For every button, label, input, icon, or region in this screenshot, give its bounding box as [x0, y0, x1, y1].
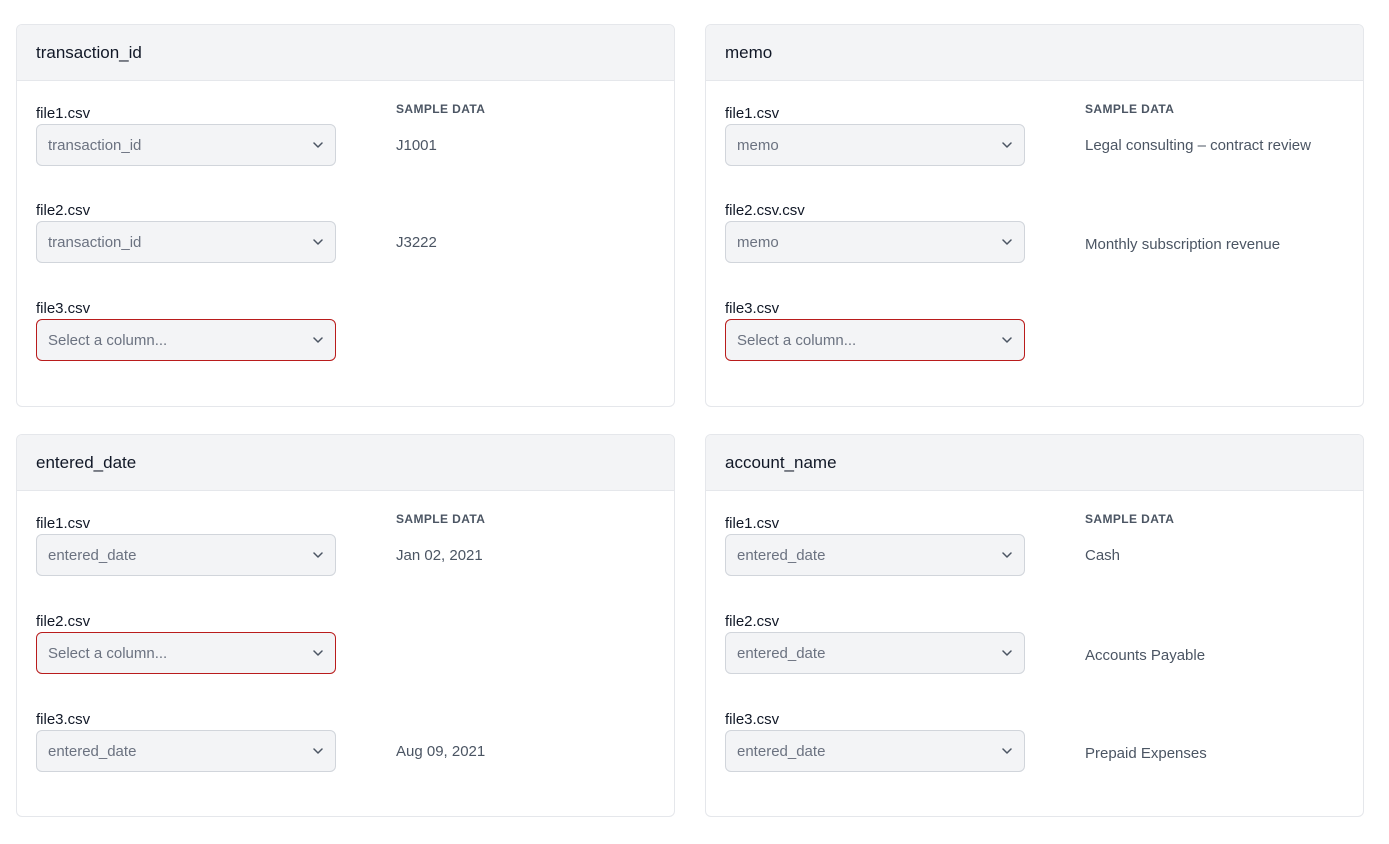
- sample-value: J1001: [396, 137, 437, 154]
- column-select[interactable]: entered_date: [725, 730, 1025, 772]
- file-label: file3.csv: [36, 711, 91, 728]
- mapping-row: file3.csv entered_date Aug 09, 2021: [36, 711, 656, 781]
- file-label: file1.csv: [725, 515, 780, 532]
- sample-value: Accounts Payable: [1085, 647, 1206, 664]
- file-label: file2.csv: [725, 613, 780, 630]
- select-placeholder: Select a column...: [737, 331, 857, 349]
- chevron-down-icon: [1001, 745, 1013, 757]
- mapping-row: file1.csv entered_date Cash: [725, 515, 1345, 585]
- column-mapping-page: transaction_id SAMPLE DATA file1.csv tra…: [0, 0, 1389, 844]
- mapping-row: file1.csv entered_date Jan 02, 2021: [36, 515, 656, 585]
- chevron-down-icon: [312, 745, 324, 757]
- sample-value: J3222: [396, 234, 437, 251]
- file-label: file3.csv: [725, 711, 780, 728]
- select-value: transaction_id: [48, 136, 142, 154]
- mapping-row: file1.csv memo Legal consulting – contra…: [725, 105, 1345, 175]
- chevron-down-icon: [1001, 647, 1013, 659]
- chevron-down-icon: [312, 334, 324, 346]
- chevron-down-icon: [312, 647, 324, 659]
- select-value: entered_date: [737, 644, 826, 662]
- column-select[interactable]: Select a column...: [36, 319, 336, 361]
- chevron-down-icon: [1001, 139, 1013, 151]
- column-select[interactable]: Select a column...: [725, 319, 1025, 361]
- file-label: file3.csv: [36, 300, 91, 317]
- file-label: file1.csv: [36, 105, 91, 122]
- mapping-row: file2.csv Select a column...: [36, 613, 656, 683]
- sample-value: Jan 02, 2021: [396, 547, 483, 564]
- mapping-row: file2.csv.csv memo Monthly subscription …: [725, 202, 1345, 272]
- column-select[interactable]: memo: [725, 221, 1025, 263]
- file-label: file2.csv.csv: [725, 202, 805, 219]
- column-select[interactable]: entered_date: [36, 730, 336, 772]
- chevron-down-icon: [312, 236, 324, 248]
- chevron-down-icon: [1001, 549, 1013, 561]
- sample-value: Monthly subscription revenue: [1085, 236, 1281, 253]
- mapping-card-transaction-id: transaction_id SAMPLE DATA file1.csv tra…: [16, 24, 675, 407]
- column-select[interactable]: transaction_id: [36, 221, 336, 263]
- column-select[interactable]: entered_date: [36, 534, 336, 576]
- mapping-row: file1.csv transaction_id J1001: [36, 105, 656, 175]
- mapping-row: file3.csv Select a column...: [36, 300, 656, 370]
- select-placeholder: Select a column...: [48, 644, 168, 662]
- file-label: file2.csv: [36, 202, 91, 219]
- chevron-down-icon: [312, 139, 324, 151]
- file-label: file3.csv: [725, 300, 780, 317]
- column-select[interactable]: Select a column...: [36, 632, 336, 674]
- column-select[interactable]: memo: [725, 124, 1025, 166]
- card-title: transaction_id: [17, 25, 674, 81]
- sample-value: Prepaid Expenses: [1085, 745, 1207, 762]
- card-title: memo: [706, 25, 1363, 81]
- card-title: entered_date: [17, 435, 674, 491]
- sample-value: Cash: [1085, 547, 1121, 564]
- select-value: entered_date: [48, 546, 137, 564]
- chevron-down-icon: [312, 549, 324, 561]
- mapping-row: file3.csv Select a column...: [725, 300, 1345, 370]
- mapping-card-memo: memo SAMPLE DATA file1.csv memo Legal co…: [705, 24, 1364, 407]
- file-label: file1.csv: [725, 105, 780, 122]
- select-value: entered_date: [737, 742, 826, 760]
- mapping-card-entered-date: entered_date SAMPLE DATA file1.csv enter…: [16, 434, 675, 817]
- column-select[interactable]: entered_date: [725, 534, 1025, 576]
- select-placeholder: Select a column...: [48, 331, 168, 349]
- mapping-row: file2.csv entered_date Accounts Payable: [725, 613, 1345, 683]
- select-value: memo: [737, 136, 779, 154]
- mapping-row: file3.csv entered_date Prepaid Expenses: [725, 711, 1345, 781]
- select-value: transaction_id: [48, 233, 142, 251]
- chevron-down-icon: [1001, 334, 1013, 346]
- select-value: entered_date: [48, 742, 137, 760]
- sample-value: Aug 09, 2021: [396, 743, 486, 760]
- column-select[interactable]: entered_date: [725, 632, 1025, 674]
- column-select[interactable]: transaction_id: [36, 124, 336, 166]
- mapping-row: file2.csv transaction_id J3222: [36, 202, 656, 272]
- mapping-card-account-name: account_name SAMPLE DATA file1.csv enter…: [705, 434, 1364, 817]
- sample-value: Legal consulting – contract review: [1085, 137, 1311, 154]
- select-value: entered_date: [737, 546, 826, 564]
- card-title: account_name: [706, 435, 1363, 491]
- select-value: memo: [737, 233, 779, 251]
- file-label: file1.csv: [36, 515, 91, 532]
- file-label: file2.csv: [36, 613, 91, 630]
- chevron-down-icon: [1001, 236, 1013, 248]
